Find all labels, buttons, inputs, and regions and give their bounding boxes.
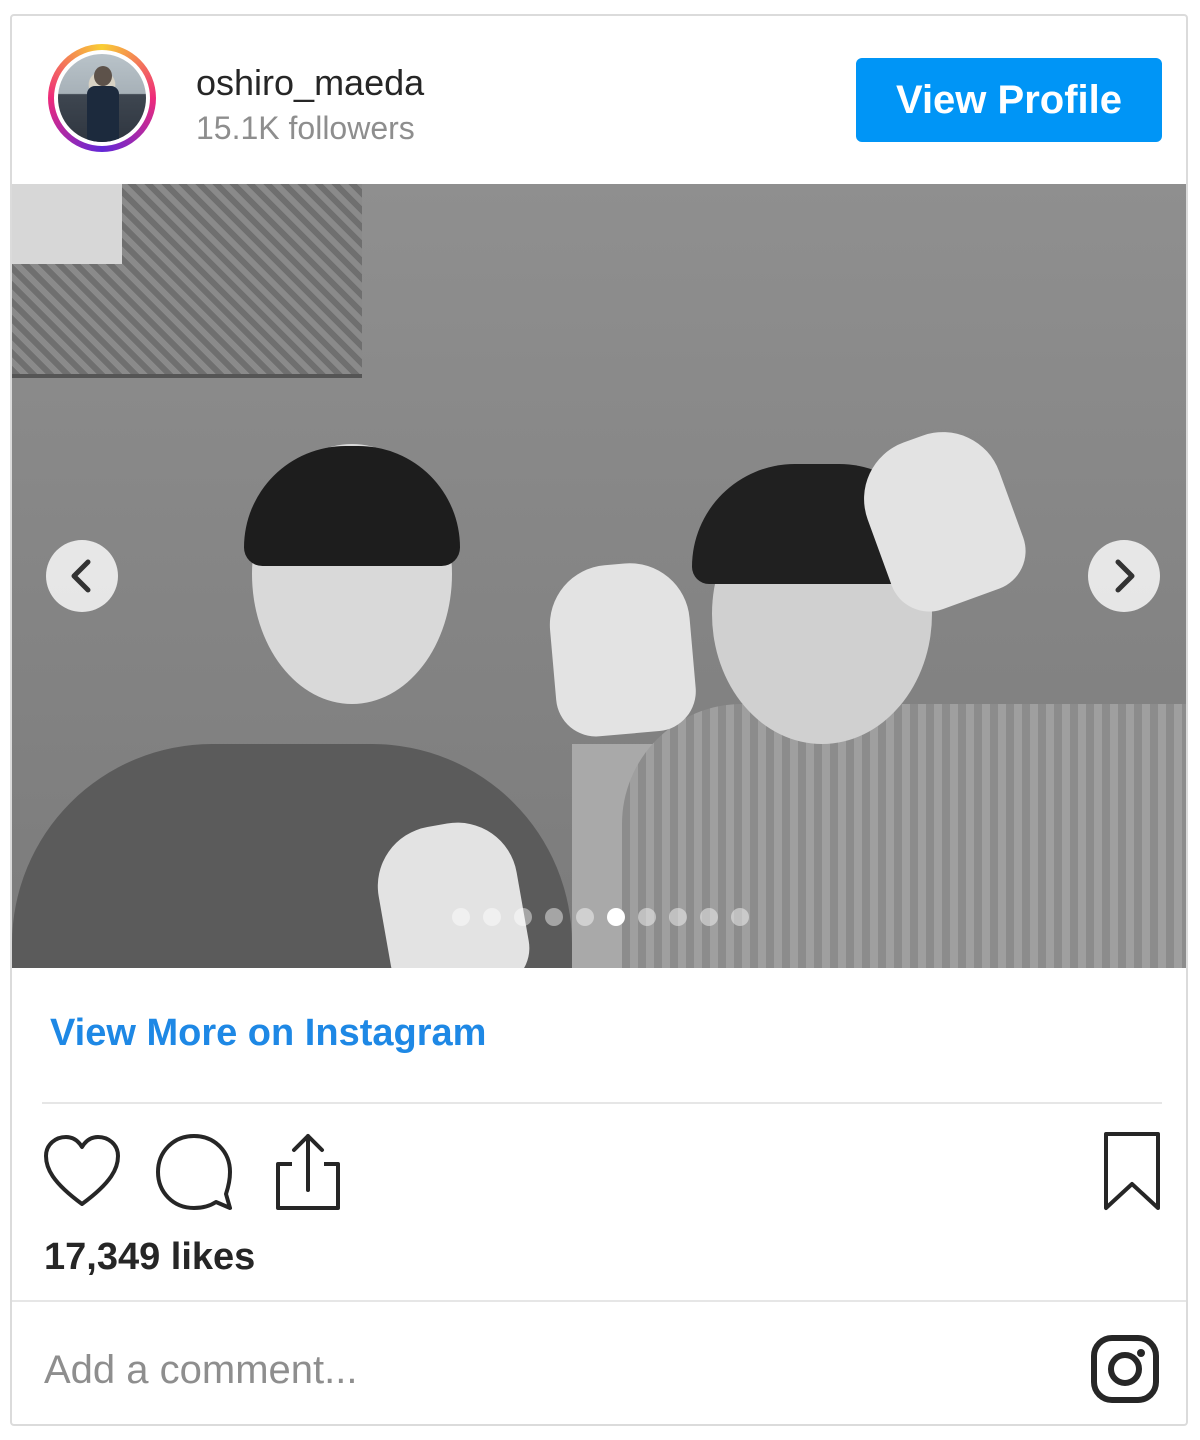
view-more-link[interactable]: View More on Instagram (50, 1012, 486, 1055)
carousel-next-button[interactable] (1088, 540, 1160, 612)
background-box (12, 184, 122, 264)
comment-icon[interactable] (154, 1132, 234, 1212)
carousel-dot[interactable] (514, 908, 532, 926)
heart-icon[interactable] (42, 1134, 122, 1210)
instagram-embed-card: oshiro_maeda 15.1K followers View Profil… (10, 14, 1188, 1426)
carousel-dot[interactable] (545, 908, 563, 926)
carousel-dot[interactable] (452, 908, 470, 926)
carousel-dot[interactable] (669, 908, 687, 926)
divider (12, 1300, 1186, 1302)
follower-count: 15.1K followers (196, 110, 415, 146)
chevron-left-icon (71, 559, 91, 593)
waving-hand (544, 558, 700, 740)
instagram-logo-icon[interactable] (1090, 1334, 1160, 1404)
divider (42, 1102, 1162, 1104)
carousel-dot[interactable] (483, 908, 501, 926)
like-count[interactable]: 17,349 likes (44, 1236, 255, 1279)
comment-input[interactable]: Add a comment... (44, 1348, 357, 1393)
carousel-prev-button[interactable] (46, 540, 118, 612)
person-left-hair (244, 446, 460, 566)
carousel-dot[interactable] (638, 908, 656, 926)
avatar-ring[interactable] (48, 44, 156, 152)
view-profile-button[interactable]: View Profile (856, 58, 1162, 142)
chevron-right-icon (1115, 559, 1135, 593)
post-image[interactable] (12, 184, 1186, 968)
person-right-body (622, 704, 1186, 968)
carousel-indicator (452, 908, 749, 928)
carousel-dot[interactable] (731, 908, 749, 926)
carousel-dot[interactable] (700, 908, 718, 926)
username[interactable]: oshiro_maeda (196, 62, 424, 104)
bookmark-icon[interactable] (1100, 1130, 1164, 1214)
avatar[interactable] (54, 50, 150, 146)
carousel-dot[interactable] (576, 908, 594, 926)
share-icon[interactable] (272, 1130, 344, 1214)
action-bar (42, 1126, 1162, 1226)
post-header: oshiro_maeda 15.1K followers View Profil… (12, 16, 1186, 184)
carousel-dot[interactable] (607, 908, 625, 926)
